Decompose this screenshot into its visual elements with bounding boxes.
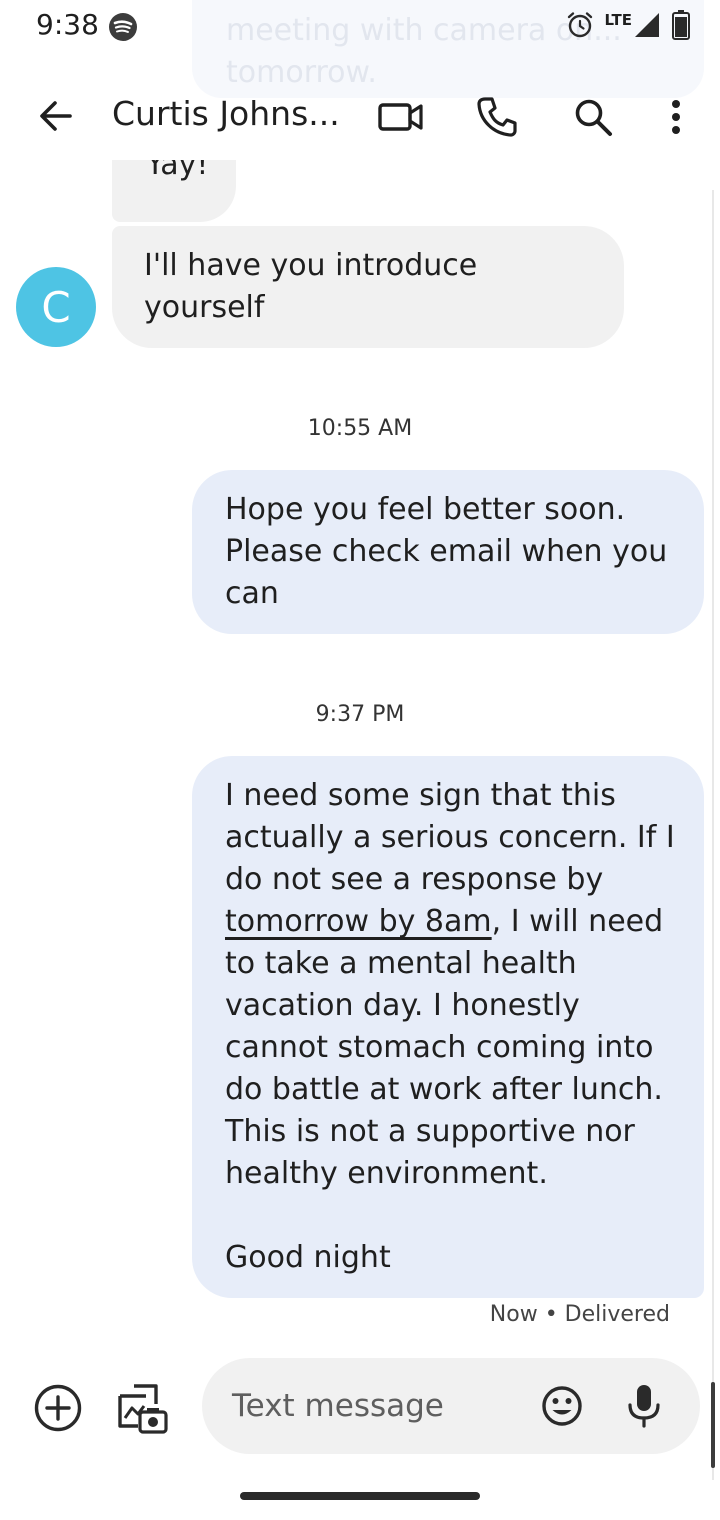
status-indicators: LTE (566, 10, 690, 40)
contact-avatar[interactable]: C (16, 267, 96, 347)
gesture-nav-handle[interactable] (240, 1492, 480, 1500)
compose-bar: Text message (0, 1356, 720, 1456)
message-text: Hope you feel better soon. Please check … (225, 492, 668, 611)
delivery-status: Now • Delivered (489, 1302, 670, 1327)
message-text: , I will need to take a mental health va… (225, 904, 664, 1191)
app-bar: Curtis Johns... (0, 76, 720, 160)
message-text: I'll have you introduce yourself (144, 248, 478, 325)
video-call-icon (378, 103, 423, 131)
message-text: I need some sign that this actually a se… (225, 778, 675, 897)
gallery-button[interactable] (114, 1380, 170, 1436)
battery-icon (672, 10, 690, 40)
message-closing: Good night (225, 1240, 391, 1275)
message-input-placeholder: Text message (232, 1388, 444, 1424)
incoming-message[interactable]: Yay! (112, 160, 236, 222)
mic-icon (628, 1385, 660, 1428)
alarm-icon (568, 12, 593, 38)
status-time: 9:38 (36, 8, 99, 41)
outgoing-message[interactable]: I need some sign that this actually a se… (192, 756, 704, 1298)
attach-button[interactable] (32, 1382, 84, 1434)
outgoing-message[interactable]: Hope you feel better soon. Please check … (192, 470, 704, 634)
incoming-message[interactable]: I'll have you introduce yourself (112, 226, 624, 348)
message-text: Yay! (146, 160, 209, 182)
status-bar: 9:38 LTE (0, 0, 720, 56)
more-vert-icon (672, 100, 680, 134)
scrollbar-thumb[interactable] (711, 1382, 715, 1468)
back-button[interactable] (32, 92, 80, 140)
message-timestamp: 9:37 PM (315, 702, 405, 727)
phone-icon (477, 97, 517, 137)
voice-call-button[interactable] (472, 92, 522, 142)
voice-input-button[interactable] (620, 1382, 668, 1430)
message-input[interactable]: Text message (202, 1358, 700, 1454)
search-icon (575, 99, 612, 136)
conversation-list[interactable]: Yay! I'll have you introduce yourself C … (0, 160, 720, 1350)
add-icon (34, 1384, 82, 1432)
back-arrow-icon (40, 101, 72, 131)
video-call-button[interactable] (376, 92, 426, 142)
scrollbar-track (712, 190, 714, 1480)
more-options-button[interactable] (652, 92, 700, 142)
contact-name[interactable]: Curtis Johns... (112, 94, 352, 133)
network-type-label: LTE (604, 11, 632, 29)
message-timestamp: 10:55 AM (307, 416, 413, 441)
emoji-button[interactable] (538, 1382, 586, 1430)
message-body: I need some sign that this actually a se… (225, 775, 688, 1195)
signal-icon (635, 13, 659, 37)
messages-screen: meeting with camera on... tomorrow. 9:38… (0, 0, 720, 1520)
avatar-letter: C (41, 282, 71, 332)
gallery-icon (118, 1384, 168, 1434)
spotify-icon (109, 13, 137, 41)
date-link[interactable]: tomorrow by 8am (225, 904, 492, 939)
emoji-icon (542, 1386, 582, 1426)
search-button[interactable] (568, 92, 618, 142)
